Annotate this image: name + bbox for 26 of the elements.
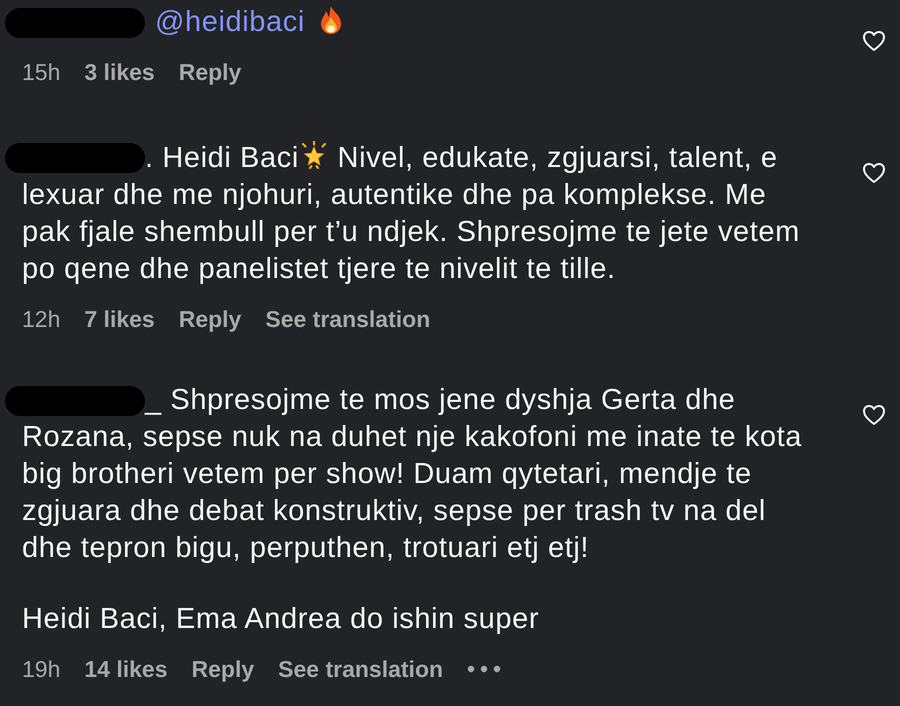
action-link[interactable]: Reply (178, 302, 242, 336)
more-icon[interactable] (467, 665, 502, 674)
comment-text: _ Shpresojme te mos jene dyshja Gerta dhe (145, 383, 736, 418)
comment-text: lexuar dhe me njohuri, autentike dhe pa komplekse. Me (22, 178, 766, 212)
heart-icon[interactable] (862, 162, 886, 184)
comment-text: pak fjale shembull per t’u ndjek. Shpresojme te jete vetem (22, 214, 800, 250)
action-link[interactable]: Reply (192, 652, 254, 686)
likes-count[interactable]: 3 likes (84, 55, 155, 90)
comment-text: po qene dhe panelistet tjere te nivelit te tille. (22, 252, 616, 286)
action-link[interactable]: See translation (278, 652, 444, 686)
mention-link[interactable]: @heidibaci (155, 6, 305, 38)
comment-text: zgjuara dhe debat konstruktiv, sepse per trash tv na del (22, 494, 766, 529)
comment-text: Rozana, sepse nuk na duhet nje kakofoni me inate te kota (22, 420, 802, 455)
comment-text: dhe tepron bigu, perputhen, trotuari etj etj! (22, 531, 590, 566)
likes-count[interactable]: 14 likes (84, 652, 168, 686)
action-link[interactable]: See translation (265, 302, 430, 336)
heart-icon[interactable] (862, 30, 886, 52)
action-link[interactable]: Reply (178, 55, 242, 90)
timestamp: 12h (22, 304, 60, 334)
comment-text: Heidi Baci, Ema Andrea do ishin super (22, 602, 540, 637)
comment-text: . Heidi Baci Nivel, edukate, zgjuarsi, talent, e (145, 140, 778, 176)
timestamp: 19h (22, 655, 60, 684)
timestamp: 15h (22, 58, 60, 87)
comment-text: big brotheri vetem per show! Duam qytetari, mendje te (22, 457, 752, 492)
heart-icon[interactable] (862, 404, 886, 426)
likes-count[interactable]: 7 likes (84, 302, 155, 336)
